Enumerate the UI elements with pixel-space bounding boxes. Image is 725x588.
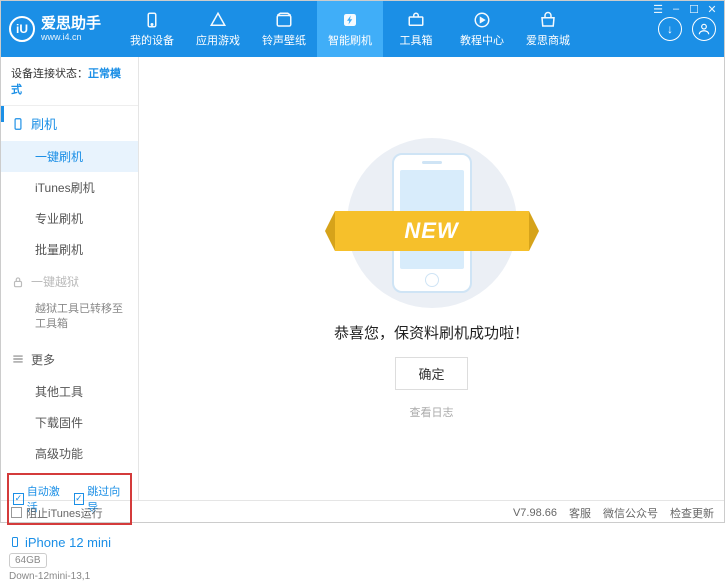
logo-icon: iU: [9, 16, 35, 42]
media-icon: [275, 11, 293, 29]
checkbox-icon: [11, 507, 22, 518]
new-ribbon: NEW: [335, 211, 529, 251]
ok-button[interactable]: 确定: [395, 357, 467, 390]
brand-title: 爱思助手: [41, 16, 101, 32]
conn-label: 设备连接状态：: [11, 68, 88, 80]
nav-label: 铃声壁纸: [262, 32, 306, 48]
connection-status: 设备连接状态：正常模式: [1, 57, 138, 106]
nav-label: 工具箱: [400, 32, 433, 48]
nav-label: 应用游戏: [196, 32, 240, 48]
sidebar-advanced[interactable]: 高级功能: [1, 438, 138, 469]
nav-store[interactable]: 爱思商城: [515, 1, 581, 57]
nav-ringtone[interactable]: 铃声壁纸: [251, 1, 317, 57]
list-icon: [11, 352, 25, 366]
checkbox-label: 阻止iTunes运行: [26, 505, 103, 521]
sidebar-batch-flash[interactable]: 批量刷机: [1, 234, 138, 265]
device-model: Down-12mini-13,1: [9, 571, 130, 582]
section-flash[interactable]: 刷机: [1, 106, 138, 141]
section-jailbreak: 一键越狱: [1, 265, 138, 298]
section-title: 刷机: [31, 114, 57, 133]
check-icon: ✓: [13, 493, 24, 505]
download-icon: ↓: [667, 22, 673, 36]
header: iU 爱思助手 www.i4.cn 我的设备 应用游戏 铃声壁纸 智能刷机 工具…: [1, 1, 724, 57]
nav: 我的设备 应用游戏 铃声壁纸 智能刷机 工具箱 教程中心 爱思商城: [119, 1, 658, 57]
version-label: V7.98.66: [513, 507, 557, 519]
nav-tutorial[interactable]: 教程中心: [449, 1, 515, 57]
active-indicator: [1, 106, 4, 122]
lock-icon: [11, 275, 25, 289]
user-button[interactable]: [692, 17, 716, 41]
checkbox-block-itunes[interactable]: 阻止iTunes运行: [11, 505, 103, 521]
device-capacity: 64GB: [9, 553, 47, 568]
sidebar-pro-flash[interactable]: 专业刷机: [1, 203, 138, 234]
phone-icon: [9, 535, 21, 549]
wechat-link[interactable]: 微信公众号: [603, 505, 658, 521]
store-icon: [539, 11, 557, 29]
menu-icon[interactable]: ☰: [651, 2, 665, 16]
check-update-link[interactable]: 检查更新: [670, 505, 714, 521]
sidebar-itunes-flash[interactable]: iTunes刷机: [1, 172, 138, 203]
nav-flash[interactable]: 智能刷机: [317, 1, 383, 57]
jailbreak-note: 越狱工具已转移至工具箱: [1, 298, 138, 343]
nav-toolbox[interactable]: 工具箱: [383, 1, 449, 57]
section-title: 更多: [31, 351, 55, 368]
main-content: NEW 恭喜您，保资料刷机成功啦！ 确定 查看日志: [139, 57, 724, 500]
device-icon: [143, 11, 161, 29]
nav-label: 爱思商城: [526, 32, 570, 48]
section-more[interactable]: 更多: [1, 343, 138, 376]
nav-label: 我的设备: [130, 32, 174, 48]
check-icon: ✓: [74, 493, 85, 505]
phone-icon: [11, 117, 25, 131]
success-illustration: NEW: [347, 138, 517, 308]
toolbox-icon: [407, 11, 425, 29]
logo: iU 爱思助手 www.i4.cn: [9, 16, 101, 42]
apps-icon: [209, 11, 227, 29]
device-info[interactable]: iPhone 12 mini 64GB Down-12mini-13,1: [1, 529, 138, 588]
section-title: 一键越狱: [31, 273, 79, 290]
brand-subtitle: www.i4.cn: [41, 32, 101, 42]
user-icon: [697, 22, 711, 36]
view-log-link[interactable]: 查看日志: [410, 404, 454, 420]
close-icon[interactable]: ✕: [705, 2, 719, 16]
sidebar-other-tools[interactable]: 其他工具: [1, 376, 138, 407]
success-message: 恭喜您，保资料刷机成功啦！: [334, 322, 529, 343]
maximize-icon[interactable]: ☐: [687, 2, 701, 16]
tutorial-icon: [473, 11, 491, 29]
download-button[interactable]: ↓: [658, 17, 682, 41]
nav-label: 智能刷机: [328, 32, 372, 48]
nav-my-device[interactable]: 我的设备: [119, 1, 185, 57]
device-name: iPhone 12 mini: [9, 535, 130, 550]
ribbon-text: NEW: [404, 218, 458, 244]
sidebar-download-firmware[interactable]: 下载固件: [1, 407, 138, 438]
flash-icon: [341, 11, 359, 29]
minimize-icon[interactable]: –: [669, 2, 683, 16]
sidebar: 设备连接状态：正常模式 刷机 一键刷机 iTunes刷机 专业刷机 批量刷机 一…: [1, 57, 139, 500]
footer: 阻止iTunes运行 V7.98.66 客服 微信公众号 检查更新: [1, 500, 724, 524]
nav-apps[interactable]: 应用游戏: [185, 1, 251, 57]
customer-service-link[interactable]: 客服: [569, 505, 591, 521]
nav-label: 教程中心: [460, 32, 504, 48]
sidebar-one-click-flash[interactable]: 一键刷机: [1, 141, 138, 172]
